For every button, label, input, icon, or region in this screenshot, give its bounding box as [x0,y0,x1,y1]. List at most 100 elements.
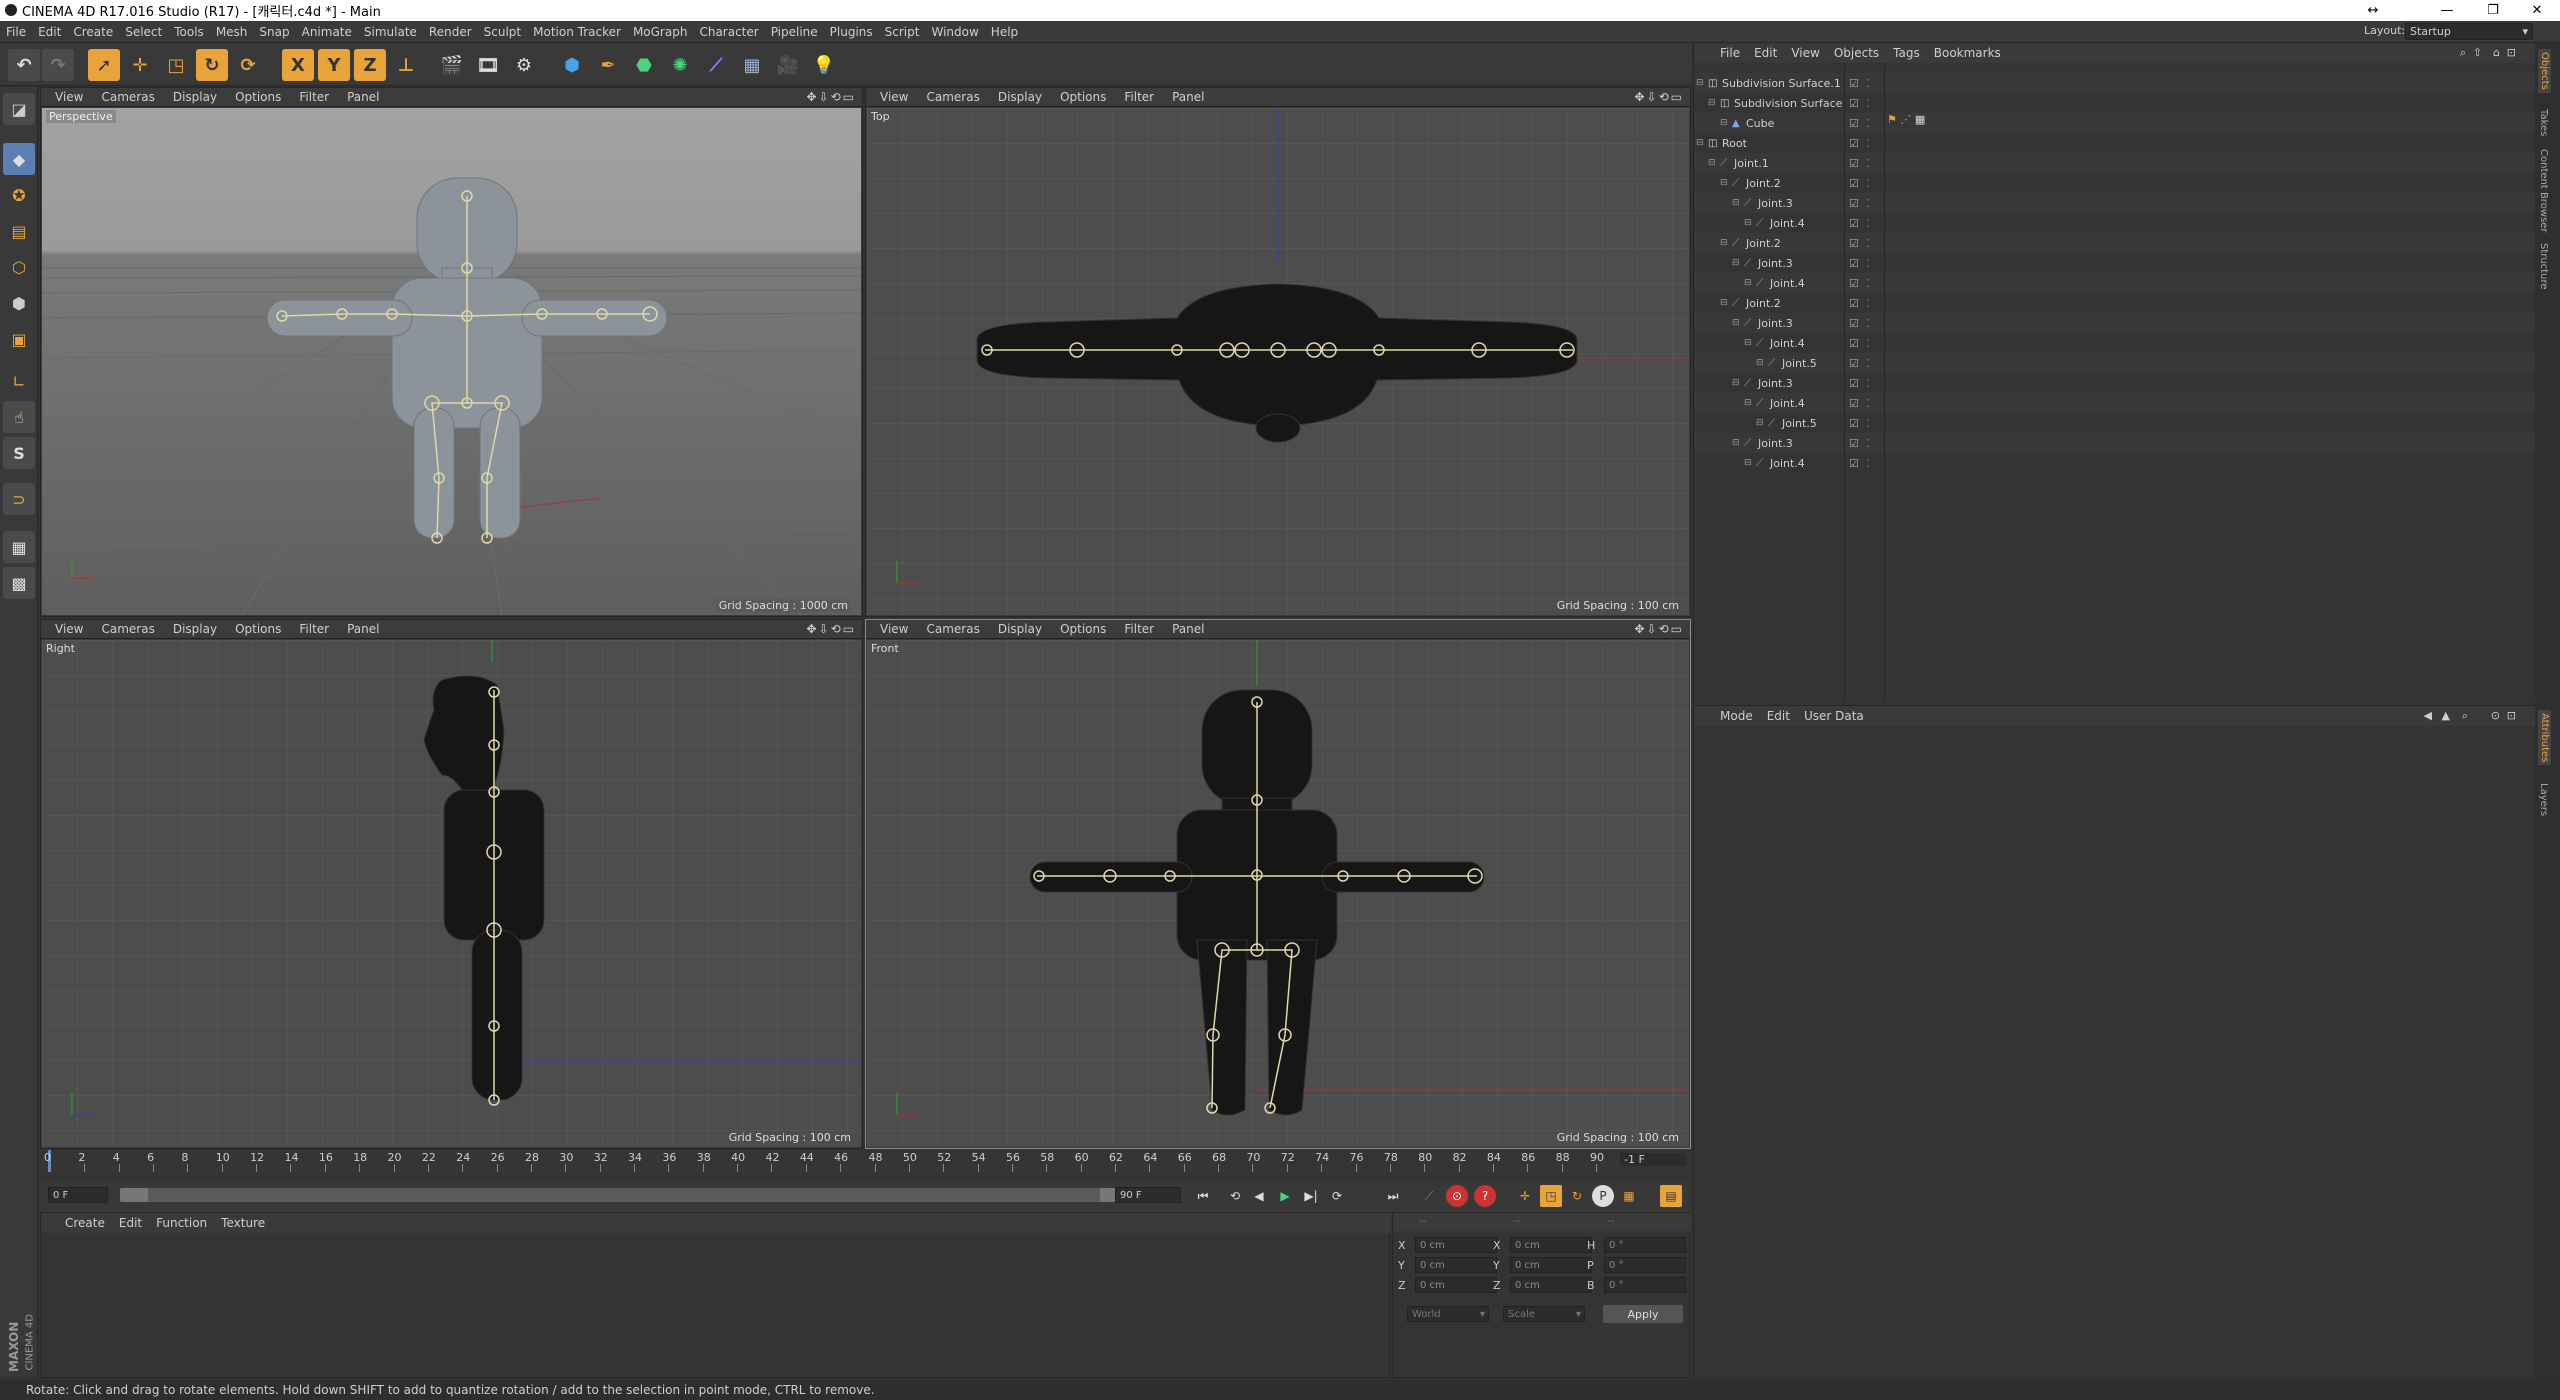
editor-render-dots-icon[interactable]: ⁚ [1866,337,1870,350]
object-name[interactable]: Subdivision Surface.1 [1722,77,1841,90]
object-row[interactable]: ⊟ ◫ Subdivision Surface ☑ ⁚ [1694,93,2536,113]
lock-icon[interactable]: ⊙ [2491,709,2500,722]
viewport-menu-display[interactable]: Display [173,90,217,104]
menu-item[interactable]: Script [879,25,926,39]
menu-item[interactable]: Snap [253,25,295,39]
object-name[interactable]: Joint.3 [1758,377,1793,390]
viewport-menu-display[interactable]: Display [998,90,1042,104]
tab-takes[interactable]: Takes [2538,109,2549,136]
object-row[interactable]: ⊟ ⟋ Joint.4 ☑ ⁚ [1694,393,2536,413]
apply-button[interactable]: Apply [1603,1305,1683,1323]
expand-toggle-icon[interactable]: ⊟ [1744,338,1752,348]
step-forward-icon[interactable]: ▶| [1300,1185,1322,1207]
end-frame-field[interactable]: 90 F [1115,1187,1181,1203]
polygons-mode-icon[interactable]: ▣ [3,323,35,355]
viewport-menu-view[interactable]: View [880,90,908,104]
expand-toggle-icon[interactable]: ⊟ [1744,458,1752,468]
editor-render-dots-icon[interactable]: ⁚ [1866,377,1870,390]
menu-item[interactable]: Window [925,25,984,39]
render-picture-viewer-icon[interactable]: 🎞 [472,49,504,81]
editor-render-dots-icon[interactable]: ⁚ [1866,357,1870,370]
visibility-checkmark-icon[interactable]: ☑ [1849,337,1859,350]
object-row[interactable]: ⊟ ⟋ Joint.3 ☑ ⁚ [1694,193,2536,213]
make-editable-icon[interactable]: ◪ [3,93,35,125]
maximize-button[interactable]: ❐ [2470,0,2516,21]
object-row[interactable]: ⊟ ⟋ Joint.1 ☑ ⁚ [1694,153,2536,173]
new-window-icon[interactable]: ⊡ [2507,46,2516,59]
object-name[interactable]: Joint.3 [1758,197,1793,210]
up-arrow-icon[interactable]: ⇧ [2473,46,2482,59]
texture-mode-icon[interactable]: ✪ [3,179,35,211]
menu-item[interactable]: Pipeline [765,25,824,39]
viewport-nav-icons[interactable]: ✥⇩⟲▭ [1634,622,1684,636]
viewport-front[interactable]: View Cameras Display Options Filter Pane… [865,619,1691,1149]
visibility-checkmark-icon[interactable]: ☑ [1849,157,1859,170]
subdivision-generator-icon[interactable]: ⬣ [628,49,660,81]
editor-render-dots-icon[interactable]: ⁚ [1866,317,1870,330]
object-row[interactable]: ⊟ ⟋ Joint.5 ☑ ⁚ [1694,413,2536,433]
visibility-checkmark-icon[interactable]: ☑ [1849,377,1859,390]
object-row[interactable]: ⊟ ⟋ Joint.3 ☑ ⁚ [1694,373,2536,393]
menu-item[interactable]: Render [423,25,478,39]
expand-toggle-icon[interactable]: ⊟ [1756,418,1764,428]
coord-system-select[interactable]: World ▾ [1407,1306,1489,1322]
viewport-canvas[interactable]: Perspective Grid Spacing : 1000 cm [42,108,861,615]
viewport-menu-cameras[interactable]: Cameras [926,622,979,636]
render-settings-icon[interactable]: ⚙ [508,49,540,81]
layout-select[interactable]: Startup ▾ [2405,23,2533,40]
go-to-previous-key-icon[interactable]: ⟲ [1224,1185,1246,1207]
object-row[interactable]: ⊟ ⟋ Joint.4 ☑ ⁚ [1694,333,2536,353]
editor-render-dots-icon[interactable]: ⁚ [1866,297,1870,310]
recent-tool-icon[interactable]: ⟳ [232,49,264,81]
object-name[interactable]: Joint.2 [1746,237,1781,250]
close-button[interactable]: ✕ [2514,0,2560,21]
viewport-menu-display[interactable]: Display [998,622,1042,636]
object-menu-file[interactable]: File [1720,46,1740,60]
object-row[interactable]: ⊟ ◫ Root ☑ ⁚ [1694,133,2536,153]
viewport-menu-view[interactable]: View [55,90,83,104]
expand-toggle-icon[interactable]: ⊟ [1720,298,1728,308]
step-back-icon[interactable]: ◀ [1248,1185,1270,1207]
key-rotation-icon[interactable]: ↻ [1566,1185,1588,1207]
expand-toggle-icon[interactable]: ⊟ [1696,138,1704,148]
expand-toggle-icon[interactable]: ⊟ [1732,318,1740,328]
expand-toggle-icon[interactable]: ⊟ [1744,218,1752,228]
viewport-nav-icons[interactable]: ✥⇩⟲▭ [806,90,856,104]
menu-item[interactable]: Animate [296,25,358,39]
object-name[interactable]: Joint.1 [1734,157,1769,170]
editor-render-dots-icon[interactable]: ⁚ [1866,277,1870,290]
object-name[interactable]: Joint.5 [1782,417,1817,430]
preview-range-slider[interactable] [120,1188,1130,1202]
expand-toggle-icon[interactable]: ⊟ [1732,258,1740,268]
editor-render-dots-icon[interactable]: ⁚ [1866,417,1870,430]
visibility-checkmark-icon[interactable]: ☑ [1849,77,1859,90]
menu-item[interactable]: Simulate [358,25,423,39]
range-start-handle[interactable] [120,1188,148,1202]
viewport-menu-filter[interactable]: Filter [1124,90,1154,104]
texture-tag-icon[interactable]: ▦ [1915,113,1925,126]
go-to-end-icon[interactable]: ⏭ [1382,1185,1404,1207]
visibility-checkmark-icon[interactable]: ☑ [1849,97,1859,110]
viewport-canvas[interactable]: Top Grid Spacing : 100 cm [867,108,1689,615]
menu-item[interactable]: Help [985,25,1024,39]
visibility-checkmark-icon[interactable]: ☑ [1849,117,1859,130]
editor-render-dots-icon[interactable]: ⁚ [1866,77,1870,90]
editor-render-dots-icon[interactable]: ⁚ [1866,177,1870,190]
render-view-icon[interactable]: 🎬 [436,49,468,81]
expand-toggle-icon[interactable]: ⊟ [1732,438,1740,448]
expand-toggle-icon[interactable]: ⊟ [1720,178,1728,188]
visibility-checkmark-icon[interactable]: ☑ [1849,277,1859,290]
viewport-menu-panel[interactable]: Panel [347,622,379,636]
object-row[interactable]: ⊟ ⟋ Joint.3 ☑ ⁚ [1694,313,2536,333]
record-active-icon[interactable]: ⊙ [1446,1185,1468,1207]
floor-icon[interactable]: ▦ [736,49,768,81]
object-row[interactable]: ⊟ ⟋ Joint.4 ☑ ⁚ [1694,213,2536,233]
menu-item[interactable]: Sculpt [478,25,527,39]
redo-button[interactable]: ↷ [42,49,74,81]
coord-value-field[interactable]: 0 cm [1510,1237,1592,1253]
z-axis-lock-icon[interactable]: Z [354,49,386,81]
editor-render-dots-icon[interactable]: ⁚ [1866,197,1870,210]
axis-mode-icon[interactable]: ∟ [3,365,35,397]
move-icon[interactable]: ✛ [124,49,156,81]
workplane-icon[interactable]: ▤ [3,215,35,247]
